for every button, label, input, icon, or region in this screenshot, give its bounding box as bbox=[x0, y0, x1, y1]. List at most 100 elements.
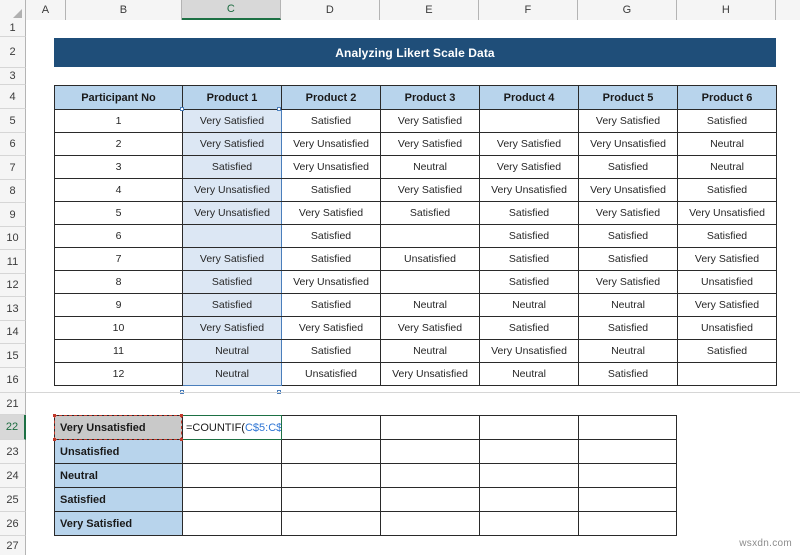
column-header-b[interactable]: B bbox=[66, 0, 182, 20]
row-header-27[interactable]: 27 bbox=[0, 536, 26, 555]
cell-participant-no[interactable]: 5 bbox=[54, 201, 183, 225]
summary-label-cell[interactable]: Very Unsatisfied bbox=[54, 415, 183, 440]
cell-product-3[interactable] bbox=[380, 270, 480, 294]
cell-product-3[interactable]: Very Satisfied bbox=[380, 132, 480, 156]
cell-product-3[interactable]: Very Satisfied bbox=[380, 316, 480, 340]
row-header-13[interactable]: 13 bbox=[0, 297, 26, 321]
row-header-23[interactable]: 23 bbox=[0, 440, 26, 464]
row-header-10[interactable]: 10 bbox=[0, 227, 26, 250]
column-header-d[interactable]: D bbox=[281, 0, 380, 20]
row-header-12[interactable]: 12 bbox=[0, 274, 26, 297]
cell-product-4[interactable]: Very Satisfied bbox=[479, 132, 579, 156]
summary-empty-cell[interactable] bbox=[479, 415, 579, 440]
row-header-8[interactable]: 8 bbox=[0, 180, 26, 203]
summary-label-cell[interactable]: Very Satisfied bbox=[54, 511, 183, 536]
cell-product-3[interactable]: Neutral bbox=[380, 155, 480, 179]
summary-label-cell[interactable]: Satisfied bbox=[54, 487, 183, 512]
cell-product-3[interactable]: Very Unsatisfied bbox=[380, 362, 480, 386]
summary-empty-cell[interactable] bbox=[578, 511, 677, 536]
summary-empty-cell[interactable] bbox=[578, 463, 677, 488]
cell-product-5[interactable]: Satisfied bbox=[578, 155, 678, 179]
cell-product-6[interactable]: Neutral bbox=[677, 132, 777, 156]
cell-product-2[interactable]: Satisfied bbox=[281, 109, 381, 133]
cell-product-6[interactable]: Satisfied bbox=[677, 178, 777, 202]
row-header-14[interactable]: 14 bbox=[0, 321, 26, 344]
cell-participant-no[interactable]: 11 bbox=[54, 339, 183, 363]
cell-product-6[interactable]: Unsatisfied bbox=[677, 270, 777, 294]
row-header-1[interactable]: 1 bbox=[0, 20, 26, 37]
cell-product-4[interactable]: Very Unsatisfied bbox=[479, 178, 579, 202]
cell-product-1[interactable]: Satisfied bbox=[182, 155, 282, 179]
cell-product-1[interactable]: Satisfied bbox=[182, 270, 282, 294]
cell-product-5[interactable]: Satisfied bbox=[578, 316, 678, 340]
summary-empty-cell[interactable] bbox=[380, 439, 480, 464]
row-header-4[interactable]: 4 bbox=[0, 85, 26, 109]
summary-empty-cell[interactable] bbox=[281, 487, 381, 512]
cell-product-5[interactable]: Satisfied bbox=[578, 224, 678, 248]
cell-product-5[interactable]: Satisfied bbox=[578, 247, 678, 271]
summary-empty-cell[interactable] bbox=[380, 511, 480, 536]
cell-participant-no[interactable]: 1 bbox=[54, 109, 183, 133]
cell-product-2[interactable]: Very Unsatisfied bbox=[281, 132, 381, 156]
row-header-21[interactable]: 21 bbox=[0, 393, 26, 415]
cell-product-6[interactable]: Satisfied bbox=[677, 339, 777, 363]
summary-empty-cell[interactable] bbox=[578, 487, 677, 512]
cell-product-6[interactable] bbox=[677, 362, 777, 386]
cell-participant-no[interactable]: 3 bbox=[54, 155, 183, 179]
cell-product-1[interactable]: Very Unsatisfied bbox=[182, 178, 282, 202]
cell-product-2[interactable]: Satisfied bbox=[281, 178, 381, 202]
cell-product-5[interactable]: Very Satisfied bbox=[578, 270, 678, 294]
summary-label-cell[interactable]: Unsatisfied bbox=[54, 439, 183, 464]
cell-product-4[interactable]: Satisfied bbox=[479, 201, 579, 225]
cell-product-2[interactable]: Very Satisfied bbox=[281, 201, 381, 225]
cell-product-6[interactable]: Unsatisfied bbox=[677, 316, 777, 340]
cell-product-5[interactable]: Very Unsatisfied bbox=[578, 178, 678, 202]
cell-product-1[interactable]: Neutral bbox=[182, 339, 282, 363]
column-header-i[interactable] bbox=[776, 0, 800, 20]
column-header-c[interactable]: C bbox=[182, 0, 281, 20]
col-header-product-6[interactable]: Product 6 bbox=[677, 85, 777, 110]
summary-empty-cell[interactable] bbox=[182, 439, 282, 464]
select-all-corner[interactable] bbox=[0, 0, 26, 20]
formula-cell-c22[interactable]: =COUNTIF(C$5:C$16,$B22) bbox=[182, 415, 282, 440]
summary-empty-cell[interactable] bbox=[281, 511, 381, 536]
cell-participant-no[interactable]: 7 bbox=[54, 247, 183, 271]
summary-empty-cell[interactable] bbox=[182, 487, 282, 512]
cell-product-2[interactable]: Satisfied bbox=[281, 293, 381, 317]
summary-empty-cell[interactable] bbox=[281, 463, 381, 488]
summary-empty-cell[interactable] bbox=[182, 511, 282, 536]
col-header-product-1[interactable]: Product 1 bbox=[182, 85, 282, 110]
cell-participant-no[interactable]: 12 bbox=[54, 362, 183, 386]
cell-product-4[interactable]: Very Unsatisfied bbox=[479, 339, 579, 363]
cell-product-1[interactable]: Very Unsatisfied bbox=[182, 201, 282, 225]
cell-product-3[interactable]: Very Satisfied bbox=[380, 178, 480, 202]
column-header-f[interactable]: F bbox=[479, 0, 578, 20]
summary-empty-cell[interactable] bbox=[479, 439, 579, 464]
cell-product-2[interactable]: Very Unsatisfied bbox=[281, 270, 381, 294]
cell-product-1[interactable]: Very Satisfied bbox=[182, 109, 282, 133]
cell-product-2[interactable]: Satisfied bbox=[281, 339, 381, 363]
cell-product-4[interactable]: Neutral bbox=[479, 362, 579, 386]
selection-handle-top-right[interactable] bbox=[277, 107, 281, 111]
row-header-16[interactable]: 16 bbox=[0, 368, 26, 393]
cell-product-5[interactable]: Very Unsatisfied bbox=[578, 132, 678, 156]
summary-empty-cell[interactable] bbox=[479, 511, 579, 536]
cell-product-6[interactable]: Neutral bbox=[677, 155, 777, 179]
summary-empty-cell[interactable] bbox=[479, 463, 579, 488]
cell-product-5[interactable]: Very Satisfied bbox=[578, 201, 678, 225]
cell-participant-no[interactable]: 6 bbox=[54, 224, 183, 248]
cell-product-1[interactable]: Very Satisfied bbox=[182, 132, 282, 156]
row-header-3[interactable]: 3 bbox=[0, 68, 26, 85]
cell-product-4[interactable]: Satisfied bbox=[479, 224, 579, 248]
column-header-a[interactable]: A bbox=[26, 0, 66, 20]
cell-product-3[interactable]: Neutral bbox=[380, 339, 480, 363]
summary-empty-cell[interactable] bbox=[380, 487, 480, 512]
cell-product-4[interactable]: Satisfied bbox=[479, 270, 579, 294]
summary-empty-cell[interactable] bbox=[182, 463, 282, 488]
row-header-2[interactable]: 2 bbox=[0, 37, 26, 68]
row-header-15[interactable]: 15 bbox=[0, 344, 26, 368]
cell-participant-no[interactable]: 8 bbox=[54, 270, 183, 294]
summary-empty-cell[interactable] bbox=[281, 415, 381, 440]
row-header-26[interactable]: 26 bbox=[0, 512, 26, 536]
cell-participant-no[interactable]: 2 bbox=[54, 132, 183, 156]
